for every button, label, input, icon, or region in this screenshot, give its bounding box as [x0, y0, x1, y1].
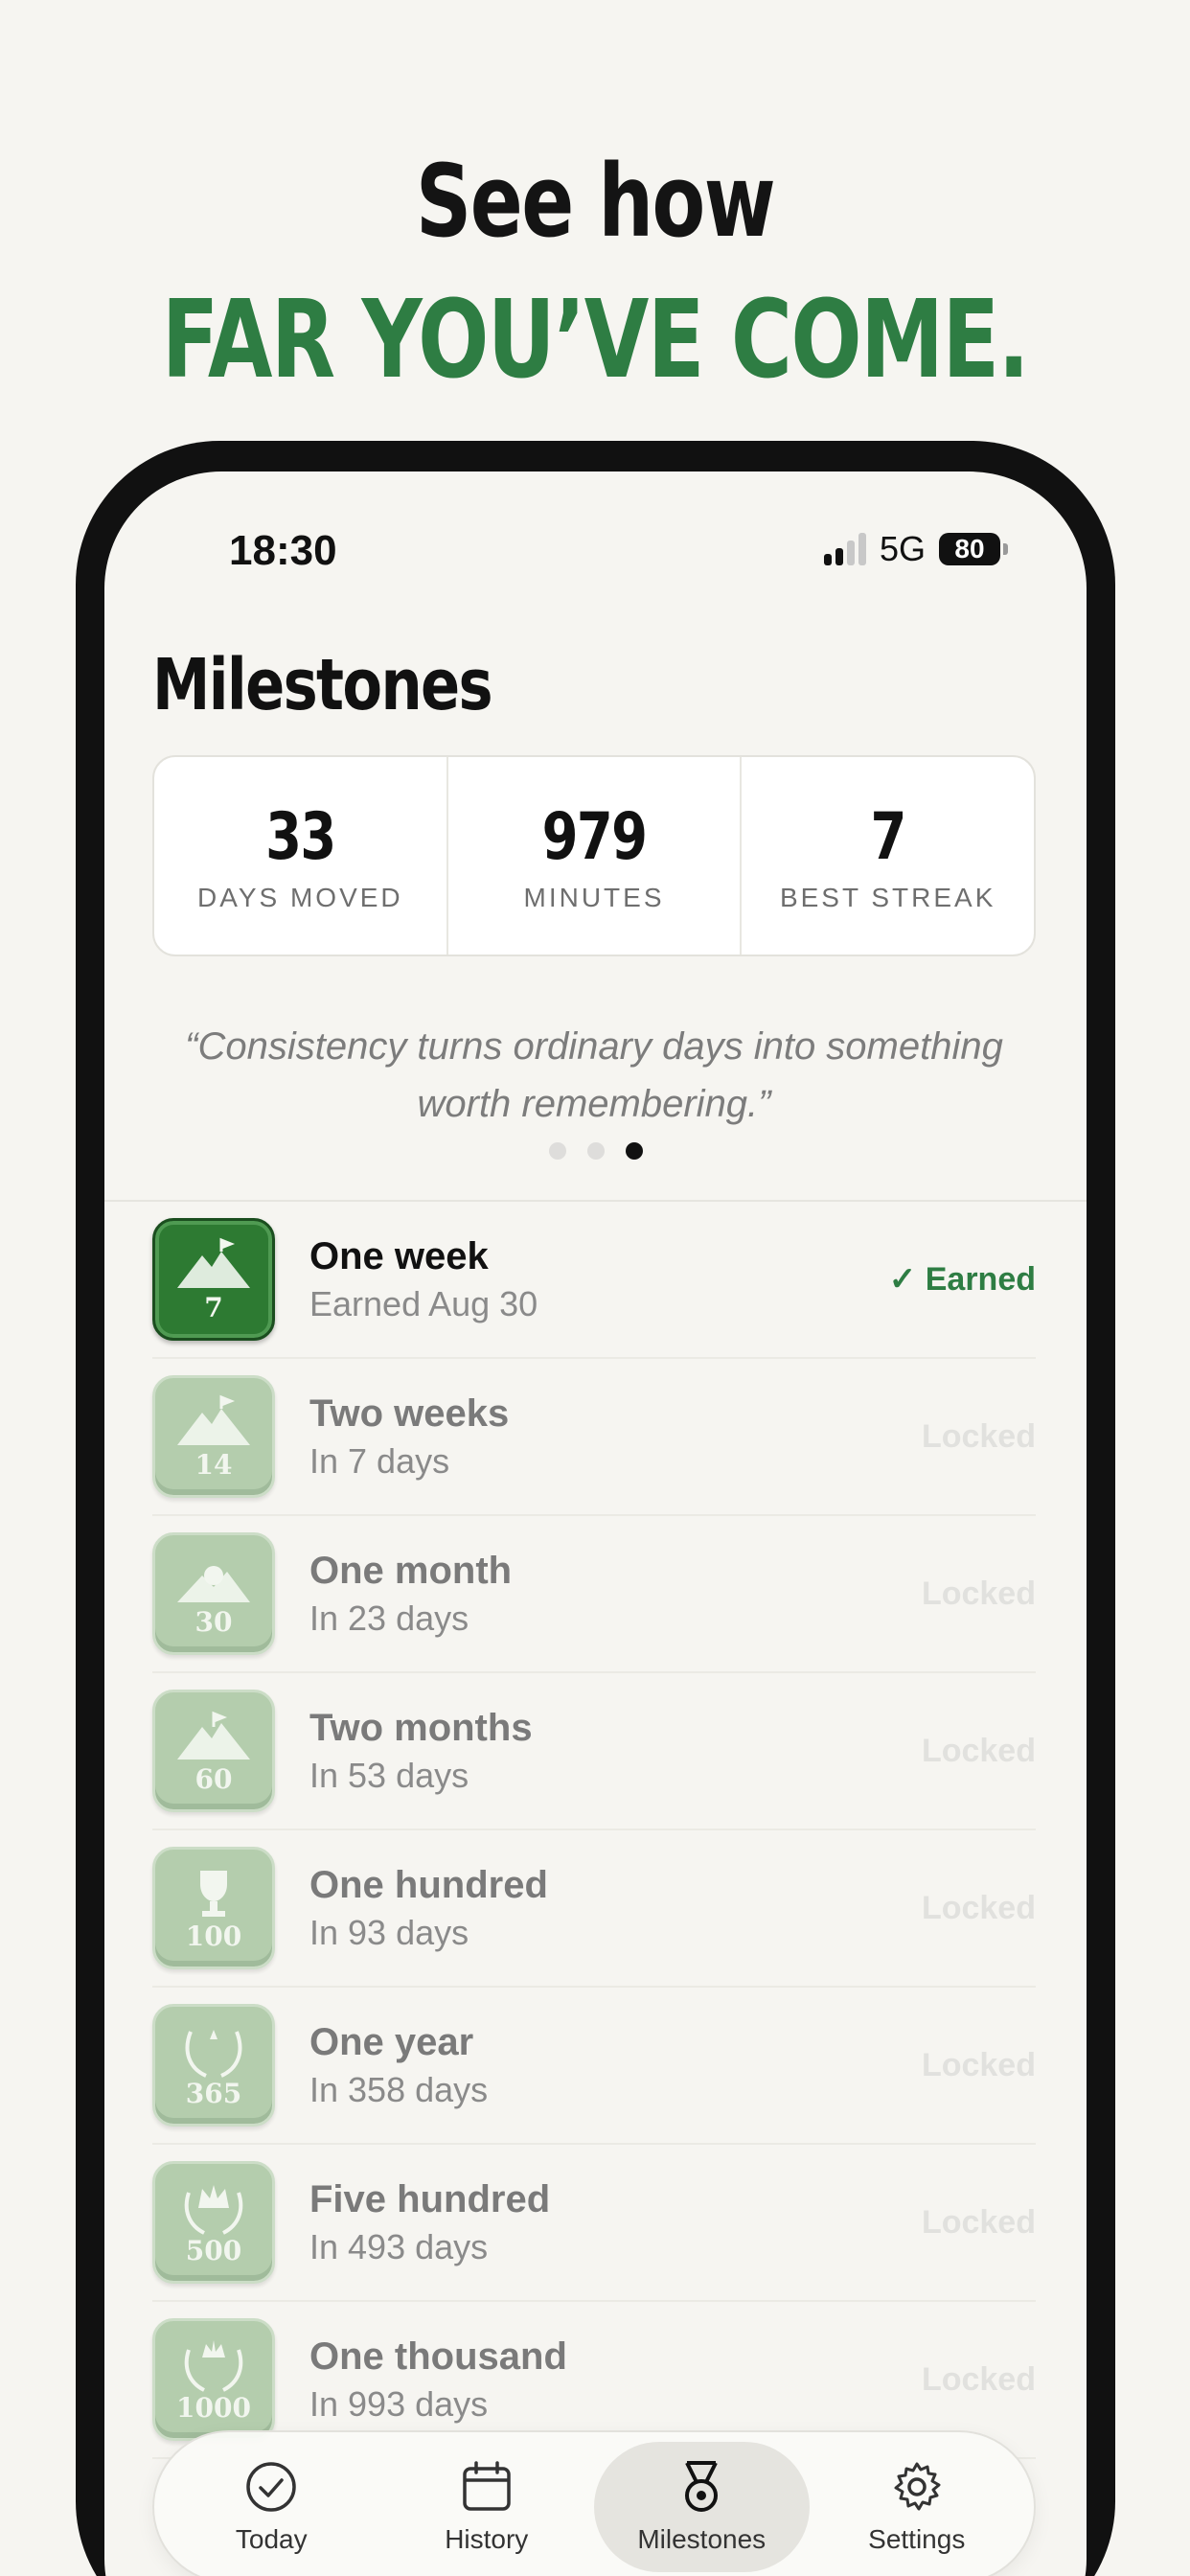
milestone-badge-icon: 500 [152, 2161, 275, 2284]
trophy-icon [200, 1871, 227, 1917]
headline-line-1: See how [415, 143, 776, 260]
stat-label: DAYS MOVED [197, 882, 403, 912]
milestone-name: One hundred [309, 1863, 548, 1906]
milestone-name: Two months [309, 1706, 533, 1749]
status-bar: 18:30 5G 80 [104, 472, 1087, 586]
tab-history[interactable]: History [379, 2442, 595, 2572]
tab-settings[interactable]: Settings [810, 2442, 1025, 2572]
gear-icon [894, 2462, 941, 2511]
milestone-state: Locked [921, 2046, 1036, 2083]
milestone-subtitle: In 993 days [309, 2383, 489, 2424]
promo-headline: See how FAR YOU’VE COME. [0, 134, 1190, 412]
badge-number: 30 [195, 1606, 233, 1638]
quote-pager[interactable] [104, 1142, 1087, 1160]
badge-number: 100 [185, 1920, 242, 1952]
battery-icon: 80 [939, 533, 1008, 565]
milestone-badge-icon: 60 [152, 1690, 275, 1812]
signal-icon [823, 533, 866, 565]
crown-mountain-icon [184, 2340, 243, 2392]
motivational-quote[interactable]: “Consistency turns ordinary days into so… [162, 1018, 1026, 1133]
milestone-badge-icon: 7 [152, 1218, 275, 1341]
tab-milestones[interactable]: Milestones [594, 2442, 810, 2572]
milestone-name: One month [309, 1549, 513, 1592]
milestone-row[interactable]: 100 One hundred In 93 days Locked [152, 1830, 1036, 1988]
mountain-icon [177, 1711, 250, 1760]
stat-best-streak: 7 BEST STREAK [742, 757, 1034, 954]
pager-dot[interactable] [548, 1142, 566, 1160]
milestone-row[interactable]: 500 Five hundred In 493 days Locked [152, 2145, 1036, 2302]
badge-number: 14 [195, 1449, 233, 1481]
stat-days-moved: 33 DAYS MOVED [154, 757, 448, 954]
stat-value: 7 [870, 798, 907, 875]
milestone-badge-icon: 365 [152, 2004, 275, 2127]
milestone-state: Locked [921, 2360, 1036, 2398]
mountain-icon [177, 1394, 250, 1445]
milestone-badge-icon: 14 [152, 1375, 275, 1498]
badge-number: 60 [195, 1763, 233, 1795]
stat-label: BEST STREAK [779, 882, 996, 912]
stat-minutes: 979 MINUTES [448, 757, 743, 954]
phone-frame: 18:30 5G 80 Milestones 33 DAYS MOVED 979… [76, 441, 1115, 2576]
tab-label: History [445, 2524, 529, 2554]
milestone-badge-icon: 100 [152, 1847, 275, 1969]
milestone-state: Locked [921, 1417, 1036, 1455]
crown-icon [184, 2185, 243, 2235]
stats-card: 33 DAYS MOVED 979 MINUTES 7 BEST STREAK [152, 755, 1036, 956]
milestone-subtitle: In 53 days [309, 1755, 469, 1795]
badge-number: 500 [185, 2235, 242, 2266]
milestone-badge-icon: 30 [152, 1532, 275, 1655]
app-screen: 18:30 5G 80 Milestones 33 DAYS MOVED 979… [104, 472, 1087, 2576]
calendar-icon [463, 2461, 511, 2511]
milestone-name: One year [309, 2020, 474, 2063]
stat-value: 33 [265, 798, 336, 875]
badge-number: 7 [204, 1292, 223, 1323]
milestone-subtitle: Earned Aug 30 [309, 1283, 538, 1323]
milestone-state: Locked [921, 1732, 1036, 1769]
milestone-subtitle: In 23 days [309, 1598, 469, 1638]
stat-value: 979 [541, 798, 648, 875]
milestone-name: Five hundred [309, 2177, 551, 2220]
tab-label: Today [235, 2524, 308, 2554]
milestone-name: Two weeks [309, 1392, 510, 1435]
headline-line-2: FAR YOU’VE COME. [161, 278, 1030, 402]
sunrise-mountain-icon [177, 1566, 250, 1602]
network-type: 5G [879, 529, 926, 568]
status-indicators: 5G 80 [823, 529, 1008, 569]
pager-dot[interactable] [586, 1142, 605, 1160]
check-circle-icon [246, 2462, 296, 2512]
status-time: 18:30 [229, 527, 337, 574]
milestone-row[interactable]: 60 Two months In 53 days Locked [152, 1673, 1036, 1830]
milestone-state: ✓ Earned [888, 1261, 1036, 1298]
tab-today[interactable]: Today [164, 2442, 379, 2572]
milestone-row[interactable]: 30 One month In 23 days Locked [152, 1516, 1036, 1673]
milestone-subtitle: In 93 days [309, 1912, 469, 1952]
stat-label: MINUTES [523, 882, 665, 912]
tab-label: Settings [868, 2524, 966, 2554]
milestone-row[interactable]: 365 One year In 358 days Locked [152, 1988, 1036, 2145]
page-title: Milestones [152, 644, 493, 726]
milestone-subtitle: In 7 days [309, 1440, 450, 1481]
milestone-row[interactable]: 7 One week Earned Aug 30 ✓ Earned [152, 1202, 1036, 1359]
pager-dot-active[interactable] [625, 1142, 643, 1160]
milestone-name: One thousand [309, 2334, 567, 2378]
tab-label: Milestones [637, 2524, 767, 2554]
badge-number: 1000 [176, 2392, 251, 2424]
milestone-badge-icon: 1000 [152, 2318, 275, 2441]
medal-icon [685, 2461, 719, 2512]
milestone-subtitle: In 493 days [309, 2226, 489, 2266]
tab-bar: Today History Milestones Settings [152, 2430, 1036, 2576]
milestone-list[interactable]: 7 One week Earned Aug 30 ✓ Earned 14 Two … [152, 1202, 1036, 2459]
milestone-row[interactable]: 14 Two weeks In 7 days Locked [152, 1359, 1036, 1516]
milestone-state: Locked [921, 1889, 1036, 1926]
milestone-name: One week [309, 1234, 489, 1277]
milestone-state: Locked [921, 2203, 1036, 2241]
badge-number: 365 [185, 2078, 242, 2109]
milestone-state: Locked [921, 1575, 1036, 1612]
laurel-icon [185, 2030, 242, 2078]
milestone-subtitle: In 358 days [309, 2069, 489, 2109]
mountain-icon [177, 1237, 250, 1288]
